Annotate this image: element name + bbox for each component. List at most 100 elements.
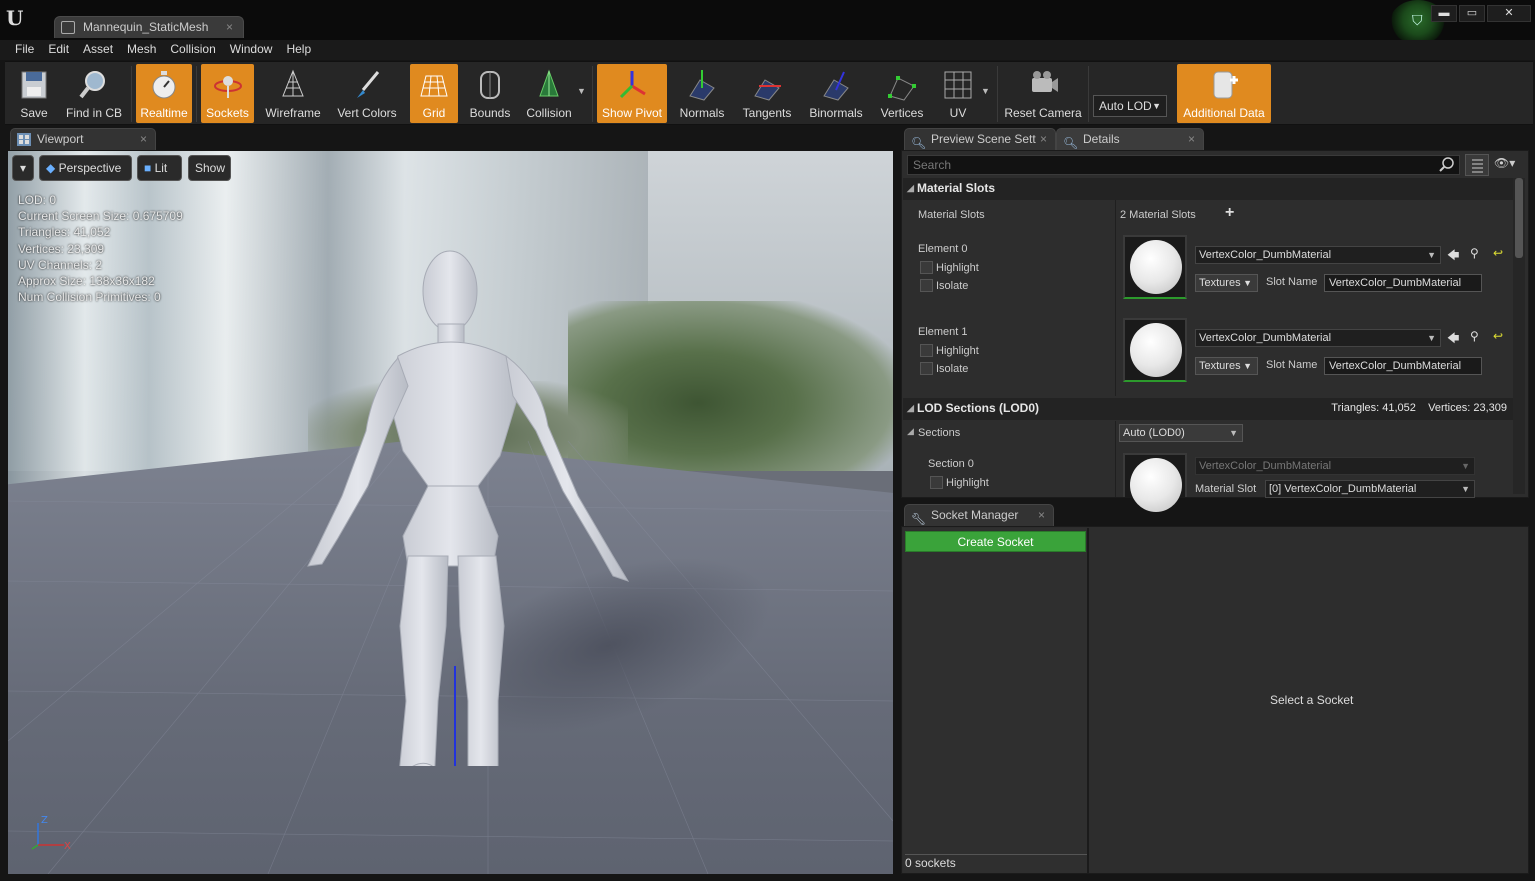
save-button[interactable]: Save xyxy=(9,64,59,123)
unreal-logo-icon[interactable]: U xyxy=(6,6,30,30)
bounds-icon xyxy=(480,71,500,99)
minimize-button[interactable]: ▬ xyxy=(1431,5,1457,22)
collapse-icon[interactable]: ◢ xyxy=(907,426,914,437)
use-selected-arrow-icon[interactable]: 🡄 xyxy=(1447,246,1459,267)
element-1-slot-name-field[interactable]: VertexColor_DumbMaterial xyxy=(1324,357,1482,375)
vertices-button[interactable]: Vertices xyxy=(875,64,929,123)
browse-search-icon[interactable]: ⚲ xyxy=(1470,246,1479,260)
axis-x-label: X xyxy=(64,841,71,851)
menu-bar: File Edit Asset Mesh Collision Window He… xyxy=(0,40,1535,60)
save-icon xyxy=(21,71,47,99)
add-material-slot-icon[interactable]: + xyxy=(1225,204,1234,222)
details-search-input[interactable]: Search xyxy=(907,155,1460,175)
show-button[interactable]: Show xyxy=(188,155,231,181)
paintbrush-icon xyxy=(357,71,380,98)
magnifier-icon xyxy=(79,71,105,99)
document-tab[interactable]: Mannequin_StaticMesh × xyxy=(54,16,244,38)
property-matrix-button[interactable] xyxy=(1465,154,1489,176)
menu-window[interactable]: Window xyxy=(223,40,280,60)
close-tab-icon[interactable]: × xyxy=(226,17,233,38)
realtime-toggle[interactable]: Realtime xyxy=(136,64,192,123)
details-scrollbar[interactable] xyxy=(1515,178,1523,258)
details-icon: 🔍︎ xyxy=(1063,136,1079,150)
collision-dropdown-icon[interactable]: ▼ xyxy=(577,86,586,96)
menu-asset[interactable]: Asset xyxy=(76,40,120,60)
bounds-button[interactable]: Bounds xyxy=(464,64,516,123)
menu-edit[interactable]: Edit xyxy=(41,40,76,60)
visibility-eye-icon[interactable]: 👁︎▾ xyxy=(1494,156,1515,170)
element-0-textures-button[interactable]: Textures ▼ xyxy=(1195,274,1258,292)
vert-colors-button[interactable]: Vert Colors xyxy=(331,64,403,123)
sockets-toggle[interactable]: Sockets xyxy=(201,64,254,123)
viewport-stats: LOD: 0 Current Screen Size: 0.675709 Tri… xyxy=(18,192,183,305)
element-1-isolate-checkbox[interactable] xyxy=(920,362,933,375)
socket-list[interactable]: Create Socket 0 sockets xyxy=(903,528,1089,873)
section-0-material-combo: VertexColor_DumbMaterial ▼ xyxy=(1195,457,1475,475)
close-tab-icon[interactable]: × xyxy=(1038,505,1045,526)
menu-mesh[interactable]: Mesh xyxy=(120,40,163,60)
element-1-material-thumbnail[interactable] xyxy=(1123,318,1187,382)
element-0-material-combo[interactable]: VertexColor_DumbMaterial ▼ xyxy=(1195,246,1441,264)
section-0-material-thumbnail[interactable] xyxy=(1123,453,1187,512)
element-1-textures-button[interactable]: Textures ▼ xyxy=(1195,357,1258,375)
tab-viewport[interactable]: Viewport × xyxy=(10,128,156,150)
element-1-material-combo[interactable]: VertexColor_DumbMaterial ▼ xyxy=(1195,329,1441,347)
mannequin-mesh[interactable] xyxy=(278,246,658,766)
tab-details[interactable]: 🔍︎ Details × xyxy=(1056,128,1204,150)
wireframe-button[interactable]: Wireframe xyxy=(260,64,326,123)
reset-to-default-icon[interactable]: ↩ xyxy=(1493,246,1503,260)
tab-socket-manager[interactable]: 🔧︎ Socket Manager × xyxy=(904,504,1054,526)
close-tab-icon[interactable]: × xyxy=(140,129,147,150)
document-tab-label: Mannequin_StaticMesh xyxy=(83,20,209,34)
data-add-icon xyxy=(1213,71,1238,99)
close-tab-icon[interactable]: × xyxy=(1040,129,1047,150)
element-0-highlight-checkbox[interactable] xyxy=(920,261,933,274)
material-slots-header[interactable]: ◢ Material Slots xyxy=(903,178,1515,200)
menu-collision[interactable]: Collision xyxy=(163,40,222,60)
section-0-material-slot-dropdown[interactable]: [0] VertexColor_DumbMaterial ▼ xyxy=(1265,480,1475,498)
stat-vertices: Vertices: 23,309 xyxy=(18,241,105,256)
stat-lod: LOD: 0 xyxy=(18,193,57,207)
sections-lod-dropdown[interactable]: Auto (LOD0) ▼ xyxy=(1119,424,1243,442)
browse-search-icon[interactable]: ⚲ xyxy=(1470,329,1479,343)
vertices-icon xyxy=(888,76,916,101)
title-bar: U Mannequin_StaticMesh × ⛉ ▬ ▭ ✕ xyxy=(0,0,1535,44)
menu-file[interactable]: File xyxy=(8,40,41,60)
tangents-button[interactable]: Tangents xyxy=(736,64,798,123)
binormals-button[interactable]: Binormals xyxy=(805,64,867,123)
element-0-material-thumbnail[interactable] xyxy=(1123,235,1187,299)
lit-button[interactable]: ■ Lit xyxy=(137,155,182,181)
viewport[interactable]: LOD: 0 Current Screen Size: 0.675709 Tri… xyxy=(8,151,893,874)
additional-data-toggle[interactable]: Additional Data xyxy=(1177,64,1271,123)
maximize-button[interactable]: ▭ xyxy=(1459,5,1485,22)
reset-camera-button[interactable]: Reset Camera xyxy=(1002,64,1084,123)
close-window-button[interactable]: ✕ xyxy=(1487,5,1531,22)
lod-sections-header[interactable]: ◢ LOD Sections (LOD0) Triangles: 41,052 … xyxy=(903,398,1515,420)
show-pivot-toggle[interactable]: Show Pivot xyxy=(597,64,667,123)
menu-help[interactable]: Help xyxy=(279,40,318,60)
close-tab-icon[interactable]: × xyxy=(1188,129,1195,150)
grid-toggle[interactable]: Grid xyxy=(410,64,458,123)
create-socket-button[interactable]: Create Socket xyxy=(905,531,1086,552)
uv-button[interactable]: UV xyxy=(935,64,981,123)
collapse-icon: ◢ xyxy=(907,183,914,193)
normals-button[interactable]: Normals xyxy=(674,64,730,123)
camera-icon xyxy=(1032,71,1058,92)
section-0-highlight-checkbox[interactable] xyxy=(930,476,943,489)
uv-dropdown-icon[interactable]: ▼ xyxy=(981,86,990,96)
axis-z-label: Z xyxy=(41,815,48,826)
element-0-isolate-checkbox[interactable] xyxy=(920,279,933,292)
auto-lod-dropdown[interactable]: Auto LOD ▼ xyxy=(1093,95,1167,117)
collision-button[interactable]: Collision xyxy=(519,64,579,123)
use-selected-arrow-icon[interactable]: 🡄 xyxy=(1447,329,1459,350)
tangents-icon xyxy=(754,79,781,101)
tab-preview-scene-settings[interactable]: 🔍︎ Preview Scene Sett × xyxy=(904,128,1056,150)
reset-to-default-icon[interactable]: ↩ xyxy=(1493,329,1503,343)
find-in-cb-button[interactable]: Find in CB xyxy=(61,64,127,123)
perspective-button[interactable]: ◆ Perspective xyxy=(39,155,132,181)
viewport-options-button[interactable]: ▾ xyxy=(12,155,34,181)
element-1-highlight-checkbox[interactable] xyxy=(920,344,933,357)
element-0-slot-name-field[interactable]: VertexColor_DumbMaterial xyxy=(1324,274,1482,292)
uv-grid-icon xyxy=(944,71,972,99)
search-icon[interactable] xyxy=(1439,157,1455,173)
